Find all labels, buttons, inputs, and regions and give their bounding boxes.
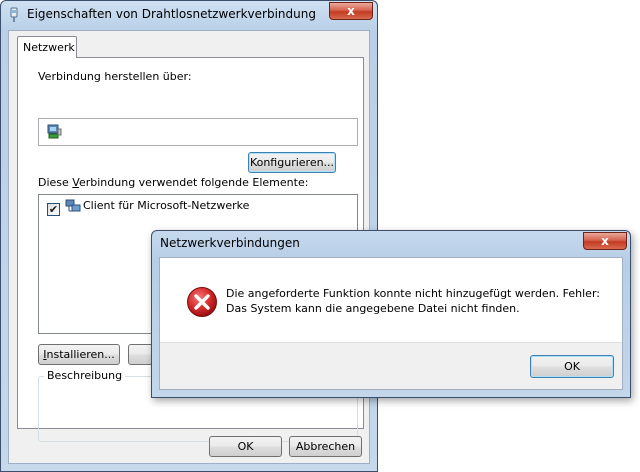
cancel-button[interactable]: Abbrechen bbox=[289, 436, 362, 457]
checkbox[interactable]: ✔ bbox=[47, 203, 60, 216]
network-adapter-icon bbox=[10, 7, 18, 22]
dialog-ok-button[interactable]: OK bbox=[530, 355, 614, 378]
description-label: Beschreibung bbox=[44, 369, 126, 382]
close-button[interactable]: x bbox=[329, 2, 373, 20]
dialog-title: Netzwerkverbindungen bbox=[160, 236, 300, 250]
connect-via-label: Verbindung herstellen über: bbox=[38, 70, 192, 83]
items-label: Diese Verbindung verwendet folgende Elem… bbox=[38, 176, 309, 189]
dialog-client: Die angeforderte Funktion konnte nicht h… bbox=[159, 257, 623, 390]
dialog-titlebar[interactable]: Netzwerkverbindungen x bbox=[152, 231, 630, 257]
install-button[interactable]: Installieren... bbox=[38, 344, 120, 365]
list-item[interactable]: ✔ Client für Microsoft-Netzwerke bbox=[39, 195, 357, 216]
ok-button[interactable]: OK bbox=[209, 436, 282, 457]
error-message: Die angeforderte Funktion konnte nicht h… bbox=[226, 286, 600, 316]
dialog-footer: OK bbox=[160, 342, 622, 389]
error-message-line1: Die angeforderte Funktion konnte nicht h… bbox=[226, 287, 600, 300]
window-title: Eigenschaften von Drahtlosnetzwerkverbin… bbox=[27, 7, 316, 21]
dialog-close-button[interactable]: x bbox=[583, 232, 627, 250]
error-message-line2: Das System kann die angegebene Datei nic… bbox=[226, 302, 520, 315]
error-icon bbox=[187, 287, 217, 317]
tab-network[interactable]: Netzwerk bbox=[17, 36, 77, 58]
configure-label: Konfigurieren... bbox=[249, 156, 335, 169]
list-item-label: Client für Microsoft-Netzwerke bbox=[83, 199, 250, 212]
titlebar[interactable]: Eigenschaften von Drahtlosnetzwerkverbin… bbox=[1, 1, 377, 29]
adapter-field[interactable] bbox=[38, 118, 358, 146]
configure-button[interactable]: Konfigurieren... bbox=[248, 152, 336, 173]
network-adapter-icon bbox=[47, 124, 62, 139]
network-client-icon bbox=[65, 199, 81, 212]
error-dialog: Netzwerkverbindungen x Die angeforderte … bbox=[151, 230, 631, 398]
